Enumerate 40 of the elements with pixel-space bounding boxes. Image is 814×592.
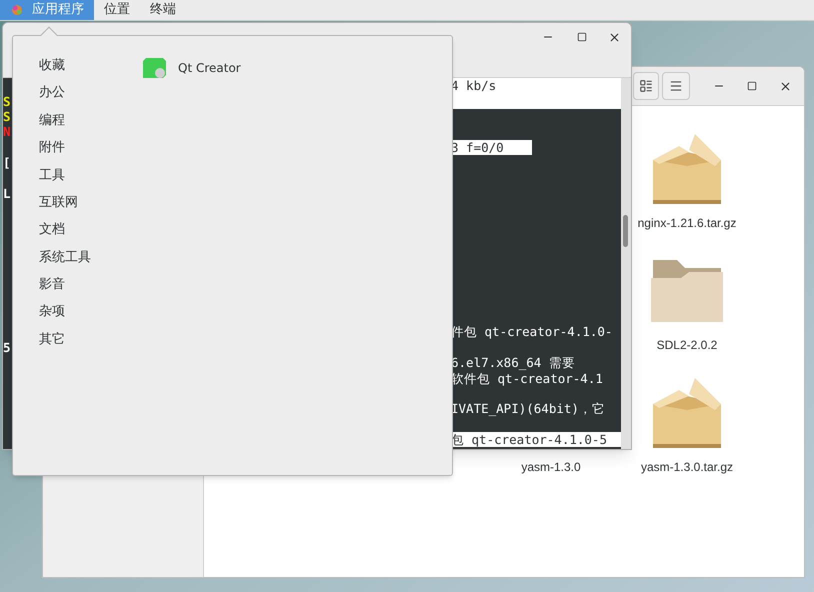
- list-view-icon: [639, 79, 653, 93]
- app-icon: [143, 58, 166, 78]
- file-name: yasm-1.3.0.tar.gz: [640, 459, 734, 476]
- foot-icon: [10, 3, 24, 17]
- category-item[interactable]: 办公: [39, 79, 143, 107]
- terminal-text: L: [3, 186, 11, 201]
- close-icon: [778, 80, 792, 92]
- file-item[interactable]: SDL2-2.0.2: [651, 254, 723, 354]
- view-toggle-button[interactable]: [633, 72, 659, 100]
- menu-icon: [669, 79, 683, 93]
- close-icon: [608, 30, 620, 44]
- top-bar-menu[interactable]: 位置: [94, 0, 140, 20]
- maximize-icon: [577, 32, 587, 42]
- terminal-text: 6.el7.x86_64 需要: [451, 355, 575, 370]
- category-item[interactable]: 文档: [39, 216, 143, 244]
- category-item[interactable]: 杂项: [39, 298, 143, 326]
- file-item[interactable]: yasm-1.3.0: [521, 452, 581, 476]
- file-item[interactable]: yasm-1.3.0.tar.gz: [640, 374, 734, 476]
- file-name: SDL2-2.0.2: [656, 337, 718, 354]
- file-name: yasm-1.3.0: [521, 459, 581, 476]
- terminal-text: [: [3, 155, 11, 170]
- terminal-text: N: [3, 124, 11, 140]
- terminal-text: IVATE_API)(64bit)，它: [451, 401, 605, 416]
- terminal-text: S: [3, 108, 11, 124]
- category-item[interactable]: 影音: [39, 271, 143, 299]
- category-item[interactable]: 附件: [39, 134, 143, 162]
- file-item[interactable]: nginx-1.21.6.tar.gz: [638, 130, 736, 232]
- category-item[interactable]: 互联网: [39, 188, 143, 216]
- terminal-text: 5: [3, 340, 11, 355]
- category-item[interactable]: 收藏: [39, 52, 143, 80]
- menu-button[interactable]: [662, 72, 690, 100]
- category-item[interactable]: 编程: [39, 106, 143, 134]
- app-item[interactable]: Qt Creator: [143, 52, 241, 84]
- category-item[interactable]: 其它: [39, 326, 143, 354]
- category-item[interactable]: 工具: [39, 162, 143, 189]
- file-name: nginx-1.21.6.tar.gz: [638, 215, 736, 232]
- top-bar-menu[interactable]: 终端: [140, 0, 186, 20]
- terminal-text: S: [3, 94, 11, 109]
- maximize-icon: [747, 81, 757, 91]
- category-item[interactable]: 系统工具: [39, 244, 143, 272]
